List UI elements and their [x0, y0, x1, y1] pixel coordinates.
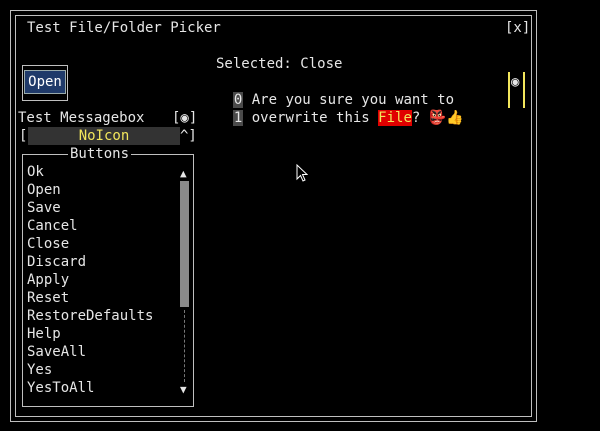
list-item[interactable]: Discard: [27, 253, 153, 271]
scroll-down-arrow-icon[interactable]: ▼: [180, 381, 187, 399]
list-item[interactable]: Yes: [27, 361, 153, 379]
list-item[interactable]: Ok: [27, 163, 153, 181]
window-title: Test File/Folder Picker: [27, 20, 221, 36]
preview-line-1: 1 overwrite this File? 👺👍: [216, 91, 464, 127]
combo-left-bracket: [: [19, 128, 28, 144]
radio-indicator-icon[interactable]: ◉: [511, 73, 519, 91]
preview-highlight-word: File: [378, 110, 412, 126]
buttons-list[interactable]: Ok Open Save Cancel Close Discard Apply …: [27, 163, 153, 397]
scrollbar-thumb[interactable]: [180, 181, 189, 307]
selected-status: Selected: Close: [216, 56, 343, 72]
list-item[interactable]: Reset: [27, 289, 153, 307]
list-item[interactable]: Close: [27, 235, 153, 253]
list-item[interactable]: Open: [27, 181, 153, 199]
messagebox-label: Test Messagebox: [18, 110, 145, 126]
list-item[interactable]: SaveAll: [27, 343, 153, 361]
list-item[interactable]: Cancel: [27, 217, 153, 235]
combo-dropdown-toggle[interactable]: ^]: [180, 127, 197, 145]
open-button[interactable]: Open: [24, 70, 66, 94]
list-item[interactable]: YesToAll: [27, 379, 153, 397]
preview-line-1-pre: overwrite this: [251, 110, 379, 126]
buttons-list-legend: Buttons: [68, 145, 132, 163]
close-button[interactable]: [x]: [505, 19, 530, 37]
list-item[interactable]: Help: [27, 325, 153, 343]
mouse-pointer-icon: [296, 164, 308, 182]
line-number-1: 1: [232, 110, 244, 126]
list-item[interactable]: Apply: [27, 271, 153, 289]
icon-combo-value: NoIcon: [78, 128, 130, 144]
list-item[interactable]: Save: [27, 199, 153, 217]
list-item[interactable]: RestoreDefaults: [27, 307, 153, 325]
scrollbar-track[interactable]: [184, 310, 186, 382]
preview-line-1-post: ? 👺👍: [411, 110, 464, 126]
messagebox-checkbox[interactable]: [◉]: [172, 109, 197, 127]
